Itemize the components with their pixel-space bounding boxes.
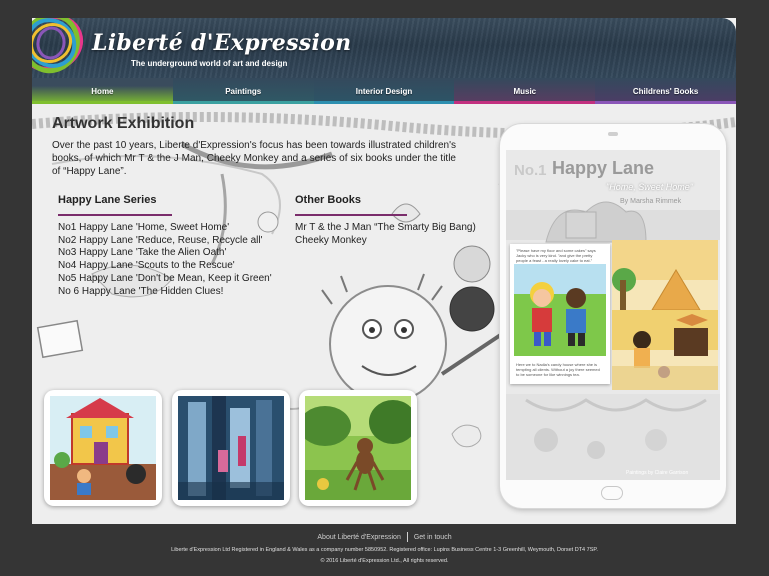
list-item: No3 Happy Lane 'Take the Alien Oath' [58, 247, 227, 259]
site-tagline: The underground world of art and design [131, 59, 288, 68]
page-text-bottom: Here we to Nadia's candy house where she… [516, 362, 600, 377]
thumbnail-abstract-painting[interactable] [172, 390, 290, 506]
main-nav: Home Paintings Interior Design Music Chi… [32, 78, 736, 104]
footer-registration: Liberte d'Expression Ltd Registered in E… [171, 547, 598, 553]
monkey-illustration-icon [305, 396, 411, 500]
footer-link-contact[interactable]: Get in touch [414, 534, 452, 541]
list-item: No2 Happy Lane 'Reduce, Reuse, Recycle a… [58, 234, 263, 246]
children-illustration-icon [514, 264, 606, 356]
nav-item-childrens-books[interactable]: Childrens' Books [595, 78, 736, 104]
footer-link-about[interactable]: About Liberté d'Expression [317, 534, 400, 541]
main-content: Artwork Exhibition Over the past 10 year… [32, 104, 736, 524]
thumbnail-cheeky-monkey[interactable] [299, 390, 417, 506]
footer-copyright: © 2016 Liberté d'Expression Ltd., All ri… [320, 558, 449, 564]
tablet-home-button[interactable] [601, 486, 623, 500]
tablet-mockup: No.1 Happy Lane "Home, Sweet Home" By Ma… [500, 124, 726, 508]
site-frame: Liberté d'Expression The underground wor… [32, 18, 736, 524]
nav-item-home[interactable]: Home [32, 78, 173, 104]
book-illustration-icon [50, 396, 156, 500]
other-books-heading: Other Books [295, 194, 362, 206]
book-title: Happy Lane [552, 158, 655, 178]
list-item: No1 Happy Lane 'Home, Sweet Home' [58, 222, 230, 233]
footer-separator [406, 532, 408, 542]
site-title[interactable]: Liberté d'Expression [92, 30, 351, 56]
page-title: Artwork Exhibition [52, 115, 195, 132]
logo-swirl-icon[interactable] [32, 18, 88, 80]
footer-links: About Liberté d'Expression Get in touch [0, 532, 769, 542]
book-author: By Marsha Rimmek [620, 198, 682, 205]
illustrator-credit: Paintings by Claire Garrison [626, 470, 689, 476]
list-item: Cheeky Monkey [295, 234, 367, 246]
list-item: No5 Happy Lane 'Don't be Mean, Keep it G… [58, 272, 272, 284]
book-subtitle: "Home, Sweet Home" [606, 182, 693, 192]
desert-illustration-icon [612, 240, 718, 390]
page-text-top: "Please have my floor and some cakes" sa… [516, 248, 596, 263]
happy-lane-list: No1 Happy Lane 'Home, Sweet Home' No2 Ha… [58, 222, 276, 298]
tablet-camera [608, 132, 618, 136]
list-item: Mr T & the J Man “The Smarty Big Bang) [295, 222, 476, 233]
other-books-list: Mr T & the J Man “The Smarty Big Bang) C… [295, 222, 477, 247]
book-page-left: "Please have my floor and some cakes" sa… [510, 244, 610, 384]
thumbnail-happy-lane[interactable] [44, 390, 162, 506]
list-item: No4 Happy Lane 'Scouts to the Rescue' [58, 260, 235, 272]
nav-item-paintings[interactable]: Paintings [172, 78, 314, 104]
painting-illustration-icon [178, 396, 284, 500]
tablet-screen[interactable]: No.1 Happy Lane "Home, Sweet Home" By Ma… [506, 150, 720, 480]
book-number: No.1 [514, 162, 547, 179]
divider [295, 214, 407, 216]
divider [58, 214, 172, 216]
list-item: No 6 Happy Lane 'The Hidden Clues! [58, 285, 224, 297]
nav-item-music[interactable]: Music [454, 78, 596, 104]
nav-item-interior-design[interactable]: Interior Design [313, 78, 455, 104]
intro-paragraph: Over the past 10 years, Liberte d'Expres… [52, 140, 456, 177]
happy-lane-heading: Happy Lane Series [58, 194, 157, 206]
